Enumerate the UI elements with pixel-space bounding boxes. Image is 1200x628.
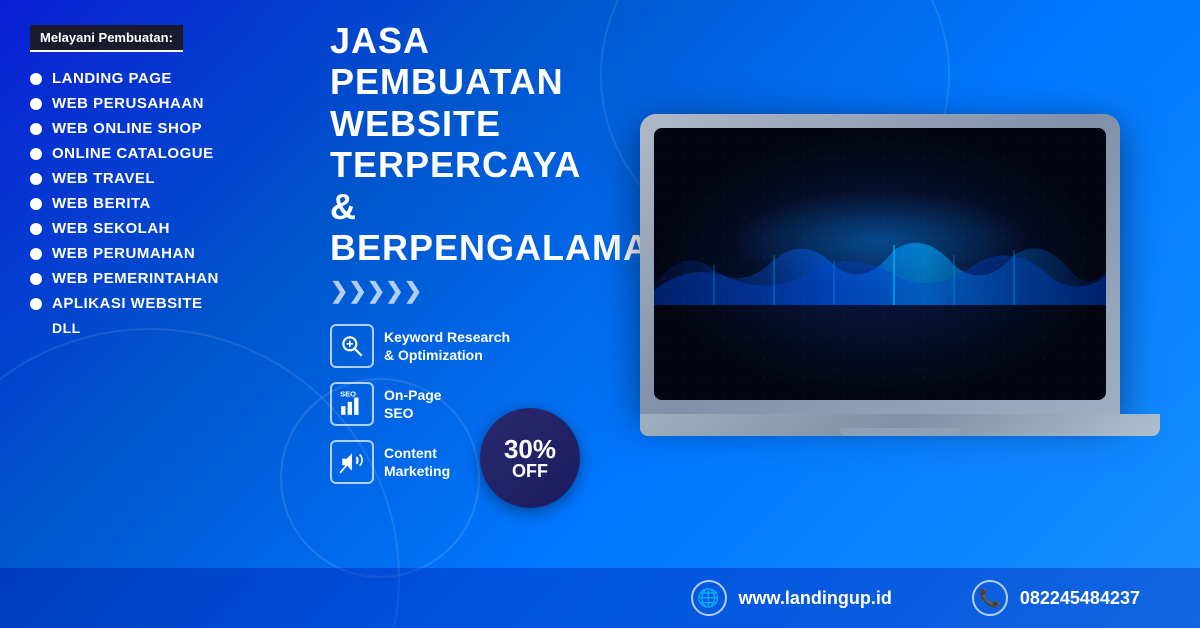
service-bullet — [30, 223, 42, 235]
service-item-text: APLIKASI WEBSITE — [52, 295, 203, 312]
onpage-label: On-PageSEO — [384, 386, 442, 422]
service-item-text: WEB ONLINE SHOP — [52, 120, 202, 137]
service-bullet — [30, 298, 42, 310]
service-item-text: WEB SEKOLAH — [52, 220, 170, 237]
service-list: LANDING PAGE WEB PERUSAHAAN WEB ONLINE SHO… — [30, 70, 290, 336]
laptop-screen — [654, 128, 1106, 400]
discount-percent: 30% — [504, 436, 556, 462]
service-bullet — [30, 198, 42, 210]
main-title: JASA PEMBUATAN WEBSITE TERPERCAYA & BERP… — [330, 20, 560, 268]
laptop-body — [640, 114, 1120, 414]
middle-panel: JASA PEMBUATAN WEBSITE TERPERCAYA & BERP… — [310, 0, 570, 628]
service-item-text: WEB PEMERINTAHAN — [52, 270, 219, 287]
laptop-panel — [570, 0, 1200, 628]
service-item-text: LANDING PAGE — [52, 70, 172, 87]
laptop-base — [640, 414, 1160, 436]
laptop-wrapper — [640, 114, 1160, 494]
service-item-text: ONLINE CATALOGUE — [52, 145, 214, 162]
arrows-decoration: ❯❯❯❯❯ — [330, 278, 560, 304]
service-item-4: WEB TRAVEL — [30, 170, 290, 187]
website-text: www.landingup.id — [739, 588, 892, 609]
discount-badge: 30% OFF — [480, 408, 580, 508]
content-label: ContentMarketing — [384, 444, 450, 480]
service-bullet — [30, 273, 42, 285]
service-item-dll: dll — [30, 320, 290, 336]
service-bullet — [30, 73, 42, 85]
footer-phone: 📞 082245484237 — [972, 580, 1140, 616]
service-item-text: WEB PERUMAHAN — [52, 245, 195, 262]
content-icon-box — [330, 440, 374, 484]
service-item-6: WEB SEKOLAH — [30, 220, 290, 237]
onpage-icon-box: SEO — [330, 382, 374, 426]
chart-seo-icon: SEO — [339, 391, 365, 417]
service-item-text: WEB TRAVEL — [52, 170, 155, 187]
service-item-text: WEB BERITA — [52, 195, 151, 212]
screen-content — [654, 128, 1106, 400]
phone-icon: 📞 — [972, 580, 1008, 616]
footer-website: 🌐 www.landingup.id — [691, 580, 892, 616]
service-bullet — [30, 148, 42, 160]
globe-icon: 🌐 — [691, 580, 727, 616]
service-bullet — [30, 123, 42, 135]
seo-feature-keyword: Keyword Research& Optimization — [330, 324, 560, 368]
service-bullet — [30, 173, 42, 185]
service-bullet — [30, 98, 42, 110]
megaphone-icon — [339, 449, 365, 475]
service-bullet — [30, 248, 42, 260]
service-item-3: ONLINE CATALOGUE — [30, 145, 290, 162]
discount-off: OFF — [512, 462, 548, 480]
service-item-0: LANDING PAGE — [30, 70, 290, 87]
phone-text: 082245484237 — [1020, 588, 1140, 609]
services-panel: Melayani Pembuatan: LANDING PAGE WEB PERU… — [0, 0, 310, 628]
main-container: Melayani Pembuatan: LANDING PAGE WEB PERU… — [0, 0, 1200, 628]
footer-bar: 🌐 www.landingup.id 📞 082245484237 — [0, 568, 1200, 628]
screen-grid — [654, 128, 1106, 400]
keyword-icon-box — [330, 324, 374, 368]
service-item-9: APLIKASI WEBSITE — [30, 295, 290, 312]
service-item-1: WEB PERUSAHAAN — [30, 95, 290, 112]
service-item-5: WEB BERITA — [30, 195, 290, 212]
svg-text:SEO: SEO — [340, 391, 356, 398]
search-seo-icon — [339, 333, 365, 359]
service-item-8: WEB PEMERINTAHAN — [30, 270, 290, 287]
keyword-label: Keyword Research& Optimization — [384, 328, 510, 364]
service-item-2: WEB ONLINE SHOP — [30, 120, 290, 137]
service-item-text: WEB PERUSAHAAN — [52, 95, 204, 112]
service-item-7: WEB PERUMAHAN — [30, 245, 290, 262]
services-header-label: Melayani Pembuatan: — [30, 25, 183, 52]
